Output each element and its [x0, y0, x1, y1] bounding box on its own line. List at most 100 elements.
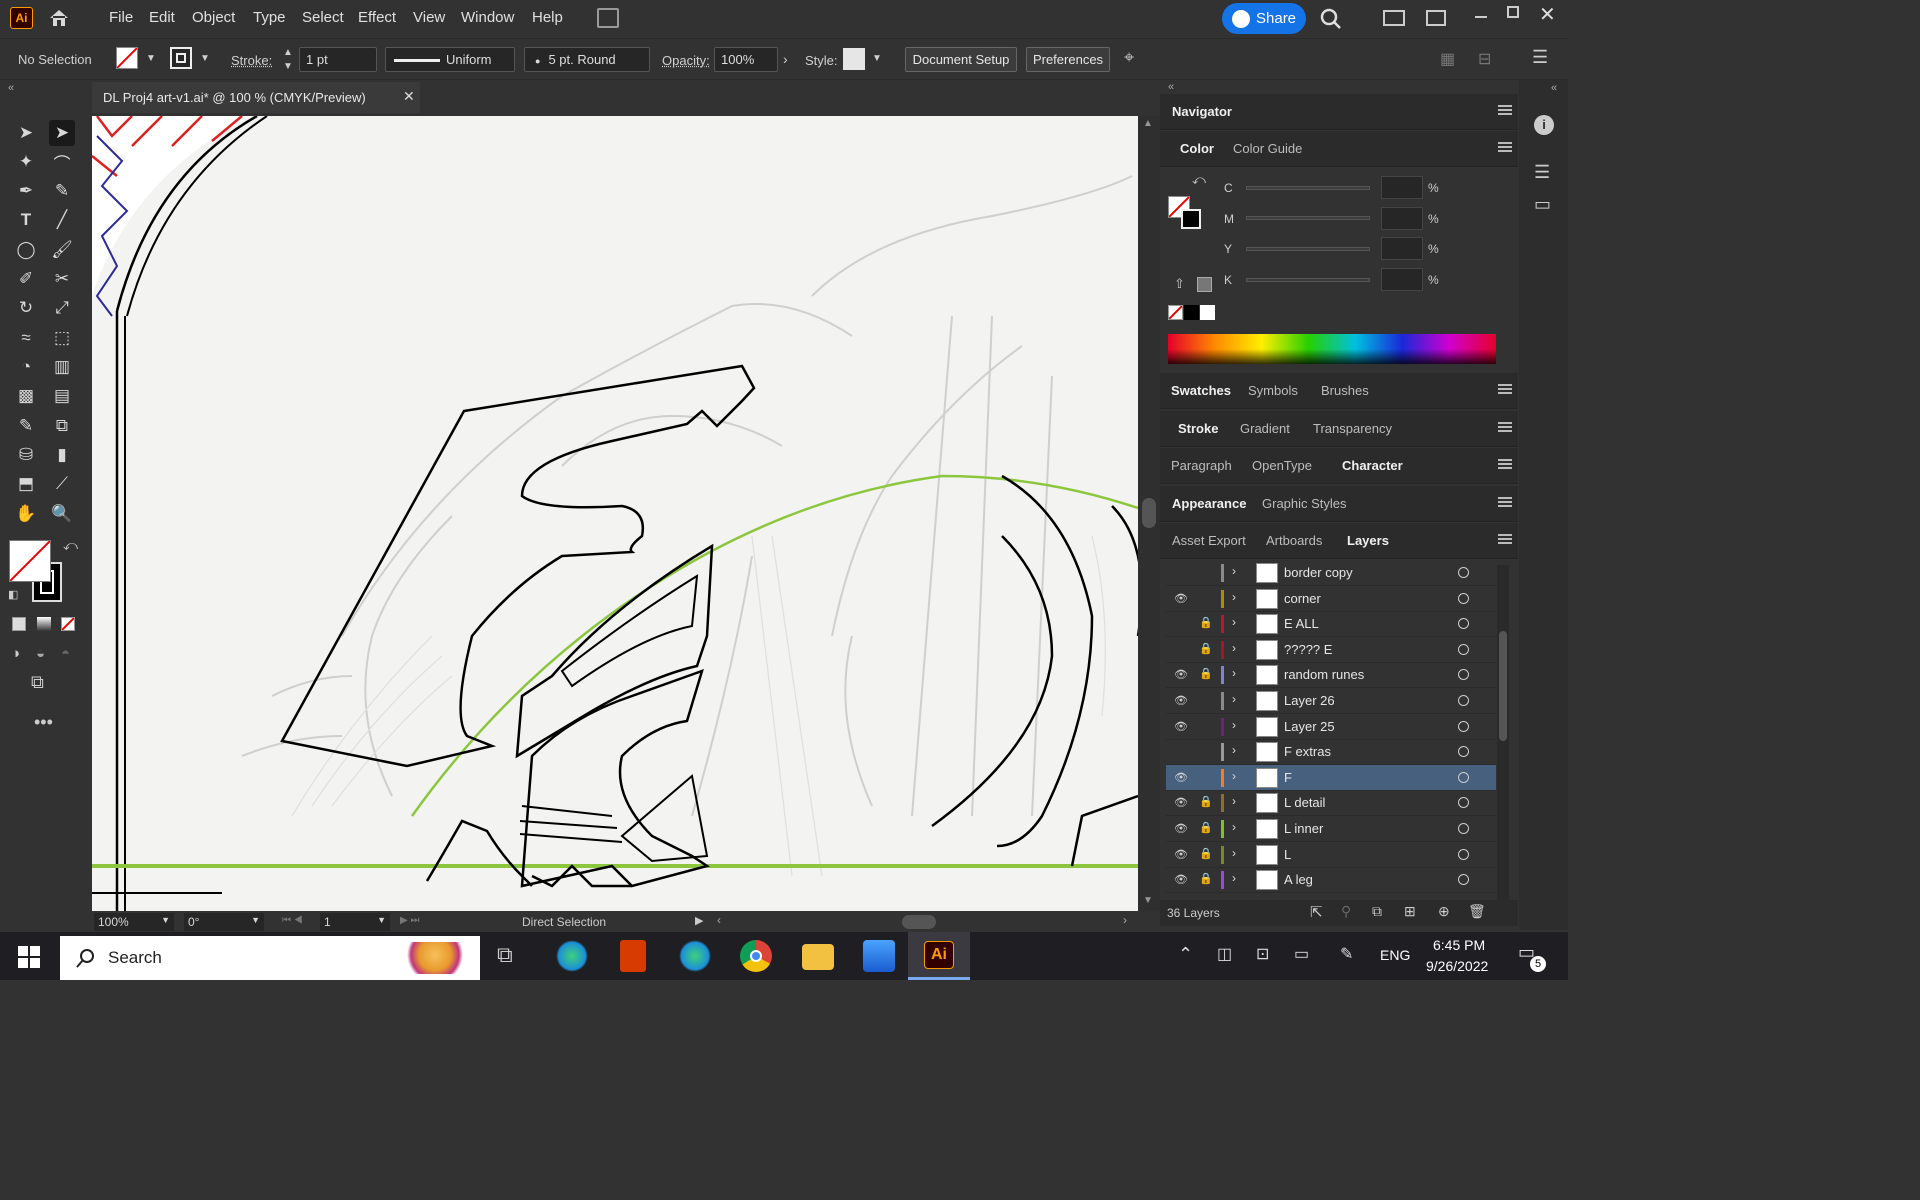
first-artboard-icon[interactable]: ⏮ ◀: [282, 915, 303, 926]
menu-object[interactable]: Object: [192, 9, 235, 26]
eye-icon[interactable]: 👁: [1174, 694, 1188, 708]
tab-transparency[interactable]: Transparency: [1313, 421, 1392, 436]
chevron-right-icon[interactable]: ›: [1232, 743, 1236, 757]
eye-icon[interactable]: 👁: [1174, 873, 1188, 887]
hidden-icon[interactable]: [1174, 745, 1188, 759]
layer-row[interactable]: 👁 🔒 › L inner: [1166, 816, 1496, 842]
scissors-icon[interactable]: ✂: [49, 266, 75, 292]
panel-menu-icon[interactable]: [1498, 422, 1512, 432]
blend-icon[interactable]: ⧉: [49, 413, 75, 439]
target-icon[interactable]: [1458, 848, 1469, 860]
artboard-canvas[interactable]: [92, 116, 1138, 911]
mesh-icon[interactable]: ▩: [13, 383, 39, 409]
chevron-right-icon[interactable]: ›: [1232, 718, 1236, 732]
meet-now-icon[interactable]: ◫: [1217, 944, 1232, 964]
hand-icon[interactable]: ✋: [13, 501, 39, 527]
arrange-documents-icon[interactable]: [597, 8, 619, 28]
draw-inside-icon[interactable]: ◓: [61, 645, 70, 662]
layer-row[interactable]: 👁 › Layer 26: [1166, 688, 1496, 714]
target-icon[interactable]: [1458, 669, 1469, 681]
unlock-icon[interactable]: [1199, 719, 1211, 733]
magenta-slider[interactable]: [1246, 216, 1370, 220]
swap-colors-icon[interactable]: ⤺: [1192, 172, 1206, 188]
scroll-left-icon[interactable]: ‹: [717, 913, 721, 927]
panel-menu-icon[interactable]: [1498, 384, 1512, 394]
target-icon[interactable]: [1458, 797, 1469, 809]
edit-toolbar-icon[interactable]: •••: [34, 712, 53, 733]
tab-character[interactable]: Character: [1342, 458, 1403, 473]
chevron-down-icon[interactable]: ▼: [872, 53, 882, 64]
draw-behind-icon[interactable]: ◒: [36, 645, 45, 662]
tab-swatches[interactable]: Swatches: [1171, 383, 1231, 398]
layer-row[interactable]: 👁 🔒 › L detail: [1166, 790, 1496, 817]
eye-icon[interactable]: 👁: [1174, 668, 1188, 682]
stepper-up-icon[interactable]: ▲: [283, 47, 293, 58]
tab-asset-export[interactable]: Asset Export: [1172, 533, 1246, 548]
none-mode-icon[interactable]: [61, 617, 75, 631]
lock-icon[interactable]: 🔒: [1199, 616, 1213, 630]
panel-layout-icon[interactable]: [1426, 10, 1446, 26]
collapse-icon[interactable]: «: [8, 82, 14, 94]
target-icon[interactable]: [1458, 567, 1469, 578]
scroll-up-icon[interactable]: ▲: [1143, 118, 1153, 129]
tab-opentype[interactable]: OpenType: [1252, 458, 1312, 473]
chevron-right-icon[interactable]: ›: [1232, 615, 1236, 629]
none-swatch[interactable]: [1168, 305, 1183, 320]
layer-row[interactable]: › border copy: [1166, 560, 1496, 586]
tab-stroke[interactable]: Stroke: [1178, 421, 1218, 436]
panel-menu-icon[interactable]: [1498, 534, 1512, 544]
target-icon[interactable]: [1458, 874, 1469, 886]
info-icon[interactable]: i: [1534, 115, 1554, 135]
document-tab[interactable]: DL Proj4 art-v1.ai* @ 100 % (CMYK/Previe…: [92, 82, 420, 113]
target-icon[interactable]: [1458, 643, 1469, 655]
export-icon[interactable]: ⇱: [1310, 903, 1323, 921]
stroke-weight-input[interactable]: 1 pt: [299, 47, 377, 72]
screen-capture-icon[interactable]: ⊡: [1256, 944, 1269, 964]
unlock-icon[interactable]: [1199, 591, 1211, 605]
taskbar-search-box[interactable]: Search: [60, 936, 480, 980]
chevron-right-icon[interactable]: ›: [783, 51, 788, 67]
gradient-icon[interactable]: ▤: [49, 383, 75, 409]
eyedropper-icon[interactable]: ✎: [13, 413, 39, 439]
color-spectrum[interactable]: [1168, 334, 1496, 364]
yellow-input[interactable]: [1381, 237, 1423, 260]
next-artboard-icon[interactable]: ▶ ⏭: [400, 915, 419, 926]
width-icon[interactable]: ≈: [13, 325, 39, 351]
photos-icon[interactable]: [863, 940, 895, 972]
target-icon[interactable]: [1458, 746, 1469, 758]
tab-layers[interactable]: Layers: [1347, 533, 1389, 548]
eye-icon[interactable]: 👁: [1174, 796, 1188, 810]
comments-icon[interactable]: ▭: [1534, 194, 1551, 215]
tab-navigator[interactable]: Navigator: [1172, 104, 1232, 119]
maximize-icon[interactable]: [1507, 6, 1519, 18]
document-setup-button[interactable]: Document Setup: [905, 47, 1017, 72]
hidden-icon[interactable]: [1174, 617, 1188, 631]
artboard-icon[interactable]: ⬒: [13, 471, 39, 497]
panel-menu-icon[interactable]: [1498, 105, 1512, 115]
tab-symbols[interactable]: Symbols: [1248, 383, 1298, 398]
locate-object-icon[interactable]: ⚲: [1341, 903, 1351, 920]
cyan-input[interactable]: [1381, 176, 1423, 199]
out-of-gamut-icon[interactable]: ⇧: [1174, 276, 1185, 292]
illustrator-taskbar-slot[interactable]: Ai: [908, 932, 970, 980]
eye-icon[interactable]: 👁: [1174, 592, 1188, 606]
layer-row[interactable]: 🔒 › E ALL: [1166, 611, 1496, 638]
panel-menu-icon[interactable]: [1498, 497, 1512, 507]
lock-icon[interactable]: 🔒: [1199, 795, 1213, 809]
opacity-label[interactable]: Opacity:: [662, 53, 710, 68]
magenta-input[interactable]: [1381, 207, 1423, 230]
edge-icon[interactable]: [556, 940, 588, 972]
menu-view[interactable]: View: [413, 9, 445, 26]
menu-window[interactable]: Window: [461, 9, 514, 26]
layers-scroll-thumb[interactable]: [1499, 631, 1507, 741]
expand-panels-icon[interactable]: «: [1551, 82, 1557, 94]
opacity-input[interactable]: 100%: [714, 47, 778, 72]
layer-row[interactable]: 👁 🔒 › L: [1166, 842, 1496, 868]
direct-selection-icon[interactable]: ➤: [49, 120, 75, 146]
chevron-right-icon[interactable]: ›: [1232, 692, 1236, 706]
hidden-icon[interactable]: [1174, 643, 1188, 657]
scroll-right-icon[interactable]: ›: [1123, 913, 1127, 927]
unlock-icon[interactable]: [1199, 693, 1211, 707]
draw-normal-icon[interactable]: ◑: [11, 645, 20, 662]
chevron-right-icon[interactable]: ›: [1232, 769, 1236, 783]
